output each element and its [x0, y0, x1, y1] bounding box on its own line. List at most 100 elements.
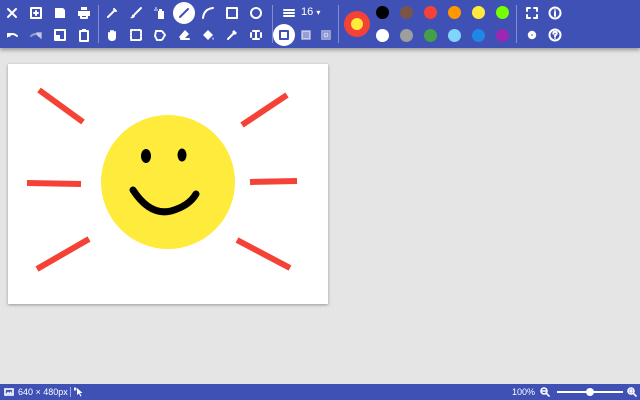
fullscreen-icon	[526, 7, 538, 19]
color-swatch-yellow[interactable]	[472, 6, 485, 19]
color-swatch-brown[interactable]	[400, 6, 413, 19]
ellipse-tool[interactable]	[246, 3, 266, 23]
fullscreen-button[interactable]	[522, 3, 542, 23]
eyedropper-icon	[227, 30, 237, 40]
stroke-only-style[interactable]	[273, 24, 295, 46]
airbrush-tool[interactable]	[150, 3, 170, 23]
zoom-level: 100%	[512, 387, 536, 397]
info-icon	[548, 6, 562, 20]
paste-button[interactable]	[74, 25, 94, 45]
lasso-select-tool[interactable]	[150, 25, 170, 45]
zoom-slider-thumb[interactable]	[586, 388, 594, 396]
brush-tool[interactable]	[126, 3, 146, 23]
hand-icon	[108, 30, 116, 41]
clipboard-icon	[79, 29, 89, 42]
new-button[interactable]	[26, 3, 46, 23]
zoom-in-icon	[627, 387, 637, 397]
pencil-icon	[107, 8, 117, 18]
new-image-icon	[30, 7, 42, 19]
undo-icon	[7, 33, 18, 38]
sun-ray	[240, 92, 289, 128]
pan-tool[interactable]	[102, 25, 122, 45]
toolbar-separator	[516, 5, 517, 43]
outlined-filled-square-icon	[321, 30, 331, 40]
line-width-icon	[283, 9, 295, 17]
rectangle-icon	[226, 7, 238, 19]
color-swatch-orange[interactable]	[448, 6, 461, 19]
resize-image-icon	[54, 29, 66, 41]
brush-size-value[interactable]: 16 ▾	[301, 5, 320, 20]
curve-tool[interactable]	[198, 3, 218, 23]
sun-face	[101, 115, 235, 249]
spray-can-icon	[154, 7, 164, 19]
color-swatch-light-blue[interactable]	[448, 29, 461, 42]
fill-only-style[interactable]	[296, 25, 316, 45]
drawing-canvas[interactable]	[8, 64, 328, 304]
stroke-and-fill-style[interactable]	[316, 25, 336, 45]
color-swatch-white[interactable]	[376, 29, 389, 42]
redo-icon	[30, 32, 42, 39]
canvas-size-label: 640 × 480px	[18, 387, 68, 397]
line-width-menu[interactable]	[280, 3, 298, 23]
brush-icon	[130, 7, 142, 19]
curve-icon	[202, 7, 214, 19]
sun-ray	[35, 236, 91, 272]
fill-tool[interactable]	[198, 25, 218, 45]
zoom-in-button[interactable]	[627, 387, 637, 397]
color-swatch-grey[interactable]	[400, 29, 413, 42]
line-tool[interactable]	[173, 2, 195, 24]
color-swatch-green[interactable]	[424, 29, 437, 42]
save-icon	[55, 8, 65, 18]
color-swatch-blue[interactable]	[472, 29, 485, 42]
color-swatch-lime[interactable]	[496, 6, 509, 19]
text-tool[interactable]	[246, 25, 266, 45]
drawing	[26, 87, 298, 272]
print-button[interactable]	[74, 3, 94, 23]
status-bar: 640 × 480px 100%	[0, 384, 640, 400]
sun-ray	[37, 87, 85, 125]
eraser-icon	[179, 30, 190, 40]
eraser-tool[interactable]	[174, 25, 194, 45]
save-button[interactable]	[50, 3, 70, 23]
pencil-tool[interactable]	[102, 3, 122, 23]
paint-bucket-icon	[203, 30, 214, 40]
image-icon	[4, 387, 14, 397]
redo-button[interactable]	[26, 25, 46, 45]
help-icon	[548, 28, 562, 42]
settings-button[interactable]	[522, 25, 542, 45]
info-button[interactable]	[545, 3, 565, 23]
zoom-out-icon	[540, 387, 550, 397]
lasso-select-icon	[154, 30, 166, 41]
zoom-out-button[interactable]	[540, 387, 550, 397]
color-swatch-black[interactable]	[376, 6, 389, 19]
sun-ray	[249, 178, 298, 185]
sun-ray	[26, 180, 82, 187]
rectangle-tool[interactable]	[222, 3, 242, 23]
outline-square-icon	[279, 30, 289, 40]
text-cursor-icon	[250, 30, 262, 40]
close-button[interactable]	[2, 3, 22, 23]
print-icon	[78, 7, 90, 19]
right-eye	[177, 148, 187, 162]
sun-ray	[235, 237, 292, 271]
cursor-position-icon	[74, 387, 84, 397]
filled-square-icon	[301, 30, 311, 40]
rectangle-select-tool[interactable]	[126, 25, 146, 45]
close-icon	[7, 8, 17, 18]
color-picker-tool[interactable]	[222, 25, 242, 45]
ellipse-icon	[250, 7, 262, 19]
color-swatch-red[interactable]	[424, 6, 437, 19]
status-separator	[70, 387, 71, 397]
current-fill-color[interactable]	[351, 18, 363, 30]
toolbar-separator	[98, 5, 99, 43]
resize-button[interactable]	[50, 25, 70, 45]
left-eye	[141, 149, 151, 163]
color-swatch-purple[interactable]	[496, 29, 509, 42]
help-button[interactable]	[545, 25, 565, 45]
gear-icon	[527, 30, 537, 40]
select-rectangle-icon	[130, 29, 142, 41]
chevron-down-icon: ▾	[316, 8, 321, 17]
line-icon	[179, 8, 189, 18]
toolbar-separator	[338, 5, 339, 43]
undo-button[interactable]	[2, 25, 22, 45]
